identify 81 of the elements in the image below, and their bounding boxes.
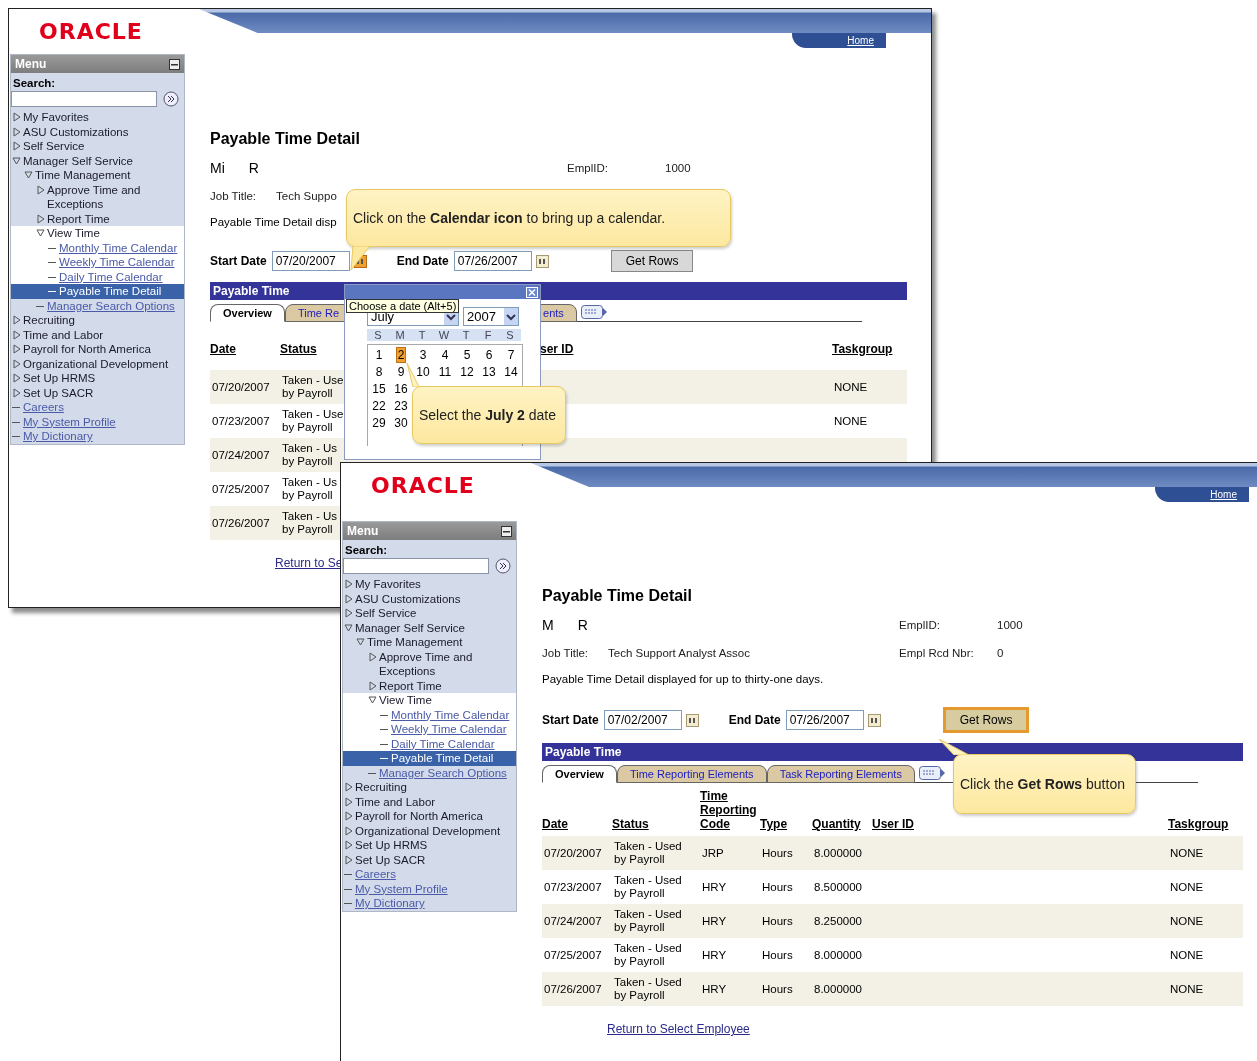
table-cell-text: Taken - Used by Payroll (613, 908, 682, 934)
table-cell-text: NONE (833, 380, 868, 394)
empl-rcd-value: 0 (997, 647, 1005, 659)
table-cell-text: NONE (1169, 880, 1204, 894)
emplid-value: 1000 (997, 619, 1024, 631)
table-cell-text: Taken - Use by Payroll (281, 374, 344, 400)
weekday-label: W (437, 329, 451, 341)
employee-last-name: R (248, 160, 259, 176)
page-title: Payable Time Detail (210, 130, 361, 148)
table-cell-text: 8.250000 (813, 914, 862, 928)
menu-title: Menu (15, 57, 47, 71)
table-cell-text: 07/23/2007 (211, 414, 270, 428)
end-date-label: End Date (728, 713, 781, 727)
table-cell-text: 8.000000 (813, 948, 862, 962)
job-title-value: Tech Suppo (276, 190, 337, 202)
weekday-label: M (394, 329, 406, 341)
table-cell-text: Hours (761, 880, 793, 894)
table-cell-text: Taken - Used by Payroll (613, 942, 682, 968)
table-cell-text: HRY (701, 982, 727, 996)
table-cell-text: Taken - Use by Payroll (281, 408, 344, 434)
table-cell-text: Taken - Used by Payroll (613, 840, 682, 866)
table-cell-text: 07/26/2007 (543, 982, 602, 996)
logo: ORACLE (371, 473, 476, 498)
start-date-label: Start Date (210, 254, 267, 268)
tooltip: Choose a date (Alt+5) (346, 299, 460, 313)
table-cell-text: 07/25/2007 (211, 482, 270, 496)
table-cell-text: 07/26/2007 (211, 516, 270, 530)
job-title-label: Job Title: (210, 190, 257, 202)
table-cell-text: HRY (701, 914, 727, 928)
emplid-label: EmplID: (899, 619, 941, 631)
table-cell-text: NONE (1169, 982, 1204, 996)
table-cell-text: 8.500000 (813, 880, 862, 894)
table-cell-text: HRY (701, 880, 727, 894)
table-cell-text: NONE (1169, 846, 1204, 860)
table-cell-text: HRY (701, 948, 727, 962)
table-cell-text: Taken - Us by Payroll (281, 476, 337, 502)
table-cell-text: 07/20/2007 (211, 380, 270, 394)
menu-title: Menu (347, 524, 379, 538)
table-cell-text: 8.000000 (813, 846, 862, 860)
table-cell-text: NONE (833, 414, 868, 428)
start-date-label: Start Date (542, 713, 599, 727)
table-cell-text: 07/24/2007 (211, 448, 270, 462)
empl-rcd-label: Empl Rcd Nbr: (899, 647, 975, 659)
job-title-value: Tech Support Analyst Assoc (608, 647, 750, 659)
weekday-label: T (417, 329, 427, 341)
table-cell-text: 07/23/2007 (543, 880, 602, 894)
page-title: Payable Time Detail (542, 587, 693, 605)
table-cell-text: Taken - Used by Payroll (613, 976, 682, 1002)
table-cell-text: NONE (1169, 914, 1204, 928)
emplid-value: 1000 (665, 162, 692, 174)
description-text: Payable Time Detail disp (210, 216, 337, 228)
callout-text: Click the Get Rows button (960, 776, 1125, 792)
table-cell-text: Hours (761, 948, 793, 962)
job-title-label: Job Title: (542, 647, 589, 659)
description-text: Payable Time Detail displayed for up to thirty-one days. (542, 673, 824, 685)
callout-text: Select the July 2 date (419, 407, 556, 423)
table-cell-text: Hours (761, 914, 793, 928)
employee-first-name: Mi (210, 160, 225, 176)
table-cell-text: 07/25/2007 (543, 948, 602, 962)
weekday-label: S (505, 329, 515, 341)
search-label: Search: (12, 76, 57, 91)
table-cell-text: Hours (761, 982, 793, 996)
table-cell-text: 07/24/2007 (543, 914, 602, 928)
table-cell-text: JRP (701, 846, 724, 860)
table-cell-text: 07/20/2007 (543, 846, 602, 860)
table-cell-text: 8.000000 (813, 982, 862, 996)
table-cell-text: Taken - Used by Payroll (613, 874, 682, 900)
employee-last-name: R (577, 617, 588, 633)
table-cell-text: Taken - Us by Payroll (281, 510, 337, 536)
employee-first-name: M (542, 617, 554, 633)
table-cell-text: Taken - Us by Payroll (281, 442, 337, 468)
callout-text: Click on the Calendar icon to bring up a calendar. (353, 210, 666, 226)
end-date-label: End Date (396, 254, 449, 268)
weekday-label: F (483, 329, 493, 341)
emplid-label: EmplID: (567, 162, 609, 174)
table-cell-text: Hours (761, 846, 793, 860)
table-cell-text: NONE (1169, 948, 1204, 962)
weekday-label: T (461, 329, 471, 341)
weekday-label: S (373, 329, 383, 341)
logo: ORACLE (39, 19, 144, 44)
search-label: Search: (344, 543, 389, 558)
